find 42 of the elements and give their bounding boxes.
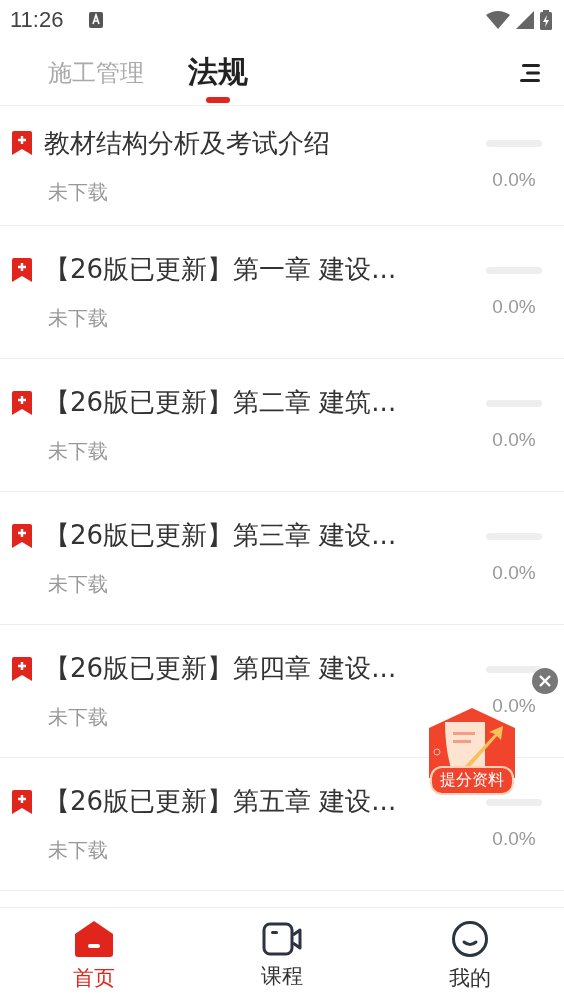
- bookmark-icon: [12, 523, 32, 548]
- item-title: 【26版已更新】第五章 建设...: [44, 785, 397, 818]
- item-title: 【26版已更新】第三章 建设...: [44, 519, 397, 552]
- download-status: 未下载: [48, 305, 109, 332]
- progress-percent: 0.0%: [492, 295, 536, 318]
- progress-percent: 0.0%: [492, 561, 536, 584]
- smile-icon: [451, 920, 489, 958]
- bookmark-icon: [12, 390, 32, 415]
- battery-icon: [540, 10, 552, 30]
- video-camera-icon: [262, 922, 302, 956]
- download-status: 未下载: [48, 178, 109, 206]
- bookmark-icon: [12, 257, 32, 282]
- progress-percent: 0.0%: [492, 169, 536, 191]
- download-status: 未下载: [48, 571, 109, 598]
- list-item[interactable]: 【26版已更新】第一章 建设... 未下载 0.0%: [0, 226, 564, 359]
- list-item[interactable]: 【26版已更新】第三章 建设... 未下载 0.0%: [0, 492, 564, 625]
- item-title: 【26版已更新】第一章 建设...: [44, 253, 397, 286]
- notification-icon: [89, 12, 104, 28]
- home-icon: [74, 920, 114, 958]
- item-title: 【26版已更新】第二章 建筑...: [44, 386, 397, 419]
- signal-icon: [516, 11, 534, 29]
- tab[interactable]: 法规: [176, 44, 260, 101]
- download-status: 未下载: [48, 704, 109, 731]
- close-icon[interactable]: [532, 668, 558, 694]
- download-status: 未下载: [48, 837, 109, 864]
- wifi-icon: [486, 11, 510, 29]
- item-title: 教材结构分析及考试介绍: [44, 126, 330, 160]
- download-status: 未下载: [48, 438, 109, 465]
- nav-tab[interactable]: 我的: [376, 908, 564, 1004]
- bookmark-icon: [12, 789, 32, 814]
- progress-percent: 0.0%: [492, 827, 536, 850]
- bookmark-icon: [12, 656, 32, 681]
- bookmark-icon: [12, 131, 32, 155]
- list-item[interactable]: 【26版已更新】第二章 建筑... 未下载 0.0%: [0, 359, 564, 492]
- status-time: 11:26: [10, 7, 64, 33]
- promo-label: 提分资料: [430, 766, 514, 795]
- menu-icon[interactable]: [518, 63, 542, 82]
- item-title: 【26版已更新】第四章 建设...: [44, 652, 397, 685]
- progress-percent: 0.0%: [492, 428, 536, 451]
- nav-tab[interactable]: 课程: [188, 908, 376, 1004]
- nav-tab[interactable]: 首页: [0, 908, 188, 1004]
- list-item[interactable]: 教材结构分析及考试介绍 未下载 0.0%: [0, 106, 564, 226]
